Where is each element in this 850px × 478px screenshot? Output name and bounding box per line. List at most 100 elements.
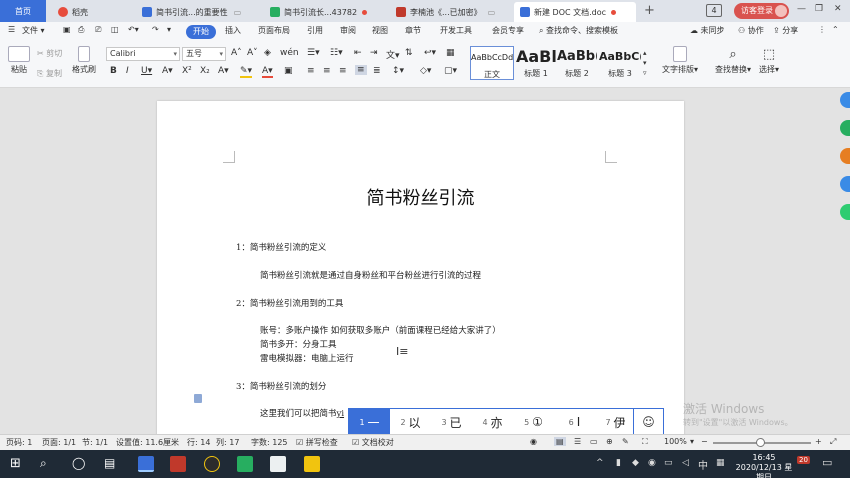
side-tool-icon[interactable] <box>840 204 850 220</box>
align-left-icon[interactable]: ≡ <box>307 66 315 76</box>
font-color-icon[interactable]: A▾ <box>262 66 273 78</box>
border-icon[interactable]: ▢▾ <box>444 66 457 76</box>
action-center-icon[interactable]: ▭ <box>822 456 832 469</box>
ime-candidate[interactable]: 2以 <box>390 409 431 435</box>
tab-doc-active[interactable]: 新建 DOC 文档.doc <box>514 2 636 22</box>
fullscreen-icon[interactable]: ⤢ <box>830 437 836 447</box>
ime-candidate[interactable]: 6Ⅰ <box>554 409 595 435</box>
xmind-icon[interactable] <box>170 456 186 472</box>
screen-icon[interactable]: ▭ <box>488 8 496 17</box>
menu-start[interactable]: 开始 <box>186 25 216 39</box>
wps-writer-icon[interactable] <box>138 456 154 472</box>
style-heading-2[interactable]: AaBb( 标题 2 <box>557 46 597 80</box>
paste-button[interactable]: 粘贴 <box>6 46 32 75</box>
ime-candidate[interactable]: 1一 <box>349 409 390 435</box>
strikethrough-icon[interactable]: A▾ <box>162 66 173 76</box>
eye-protect-icon[interactable]: ◉ <box>530 437 537 446</box>
fit-width-icon[interactable]: ⛶ <box>642 437 648 447</box>
shrink-font-icon[interactable]: A˅ <box>247 48 258 58</box>
font-size-select[interactable]: 五号 <box>182 47 226 61</box>
tab-doc-2[interactable]: 简书引流长...43782 <box>264 2 388 22</box>
paragraph-handle-icon[interactable] <box>194 394 202 403</box>
menu-review[interactable]: 审阅 <box>340 25 356 36</box>
superscript-icon[interactable]: X² <box>182 66 192 76</box>
status-words[interactable]: 字数: 125 <box>251 437 288 448</box>
menu-page-layout[interactable]: 页面布局 <box>258 25 290 36</box>
subscript-icon[interactable]: X₂ <box>200 66 210 76</box>
decrease-indent-icon[interactable]: ⇤ <box>354 48 362 58</box>
document-page[interactable]: 简书粉丝引流 1：简书粉丝引流的定义 简书粉丝引流就是通过自身粉丝和平台粉丝进行… <box>157 101 684 434</box>
preview-icon[interactable]: ◫ <box>111 25 119 34</box>
close-icon[interactable]: ✕ <box>834 4 842 14</box>
tab-docer[interactable]: 稻壳 <box>52 2 132 22</box>
bullet-list-icon[interactable]: ☰▾ <box>307 48 320 58</box>
pen-icon[interactable]: ✎ <box>622 437 629 446</box>
table-icon[interactable]: ▦ <box>446 48 455 58</box>
distribute-icon[interactable]: ≣ <box>373 66 381 76</box>
style-scroll-icon[interactable]: ▴ ▾ ▿ <box>643 48 647 78</box>
restore-icon[interactable]: ❐ <box>815 4 823 14</box>
zoom-slider-handle[interactable] <box>756 438 765 447</box>
new-tab-icon[interactable]: + <box>644 3 655 18</box>
clear-format-icon[interactable]: ◈ <box>264 48 271 58</box>
format-painter-button[interactable]: 格式刷 <box>70 46 98 75</box>
copy-button[interactable]: ⎘ 复制 <box>37 68 62 79</box>
find-replace-button[interactable]: ⌕ 查找替换▾ <box>710 46 756 75</box>
cortana-icon[interactable]: ◯ <box>72 456 85 470</box>
style-normal[interactable]: AaBbCcDd 正文 <box>470 46 514 80</box>
zoom-in-icon[interactable]: + <box>815 437 822 446</box>
outline-view-icon[interactable]: ☰ <box>574 437 581 446</box>
menu-file[interactable]: 文件 ▾ <box>22 25 45 36</box>
camtasia-icon[interactable] <box>237 456 253 472</box>
doc-compare-button[interactable]: ☑ 文档校对 <box>352 437 394 448</box>
menu-references[interactable]: 引用 <box>307 25 323 36</box>
select-button[interactable]: ⬚ 选择▾ <box>754 46 784 75</box>
command-search[interactable]: ⌕ 查找命令、搜索模板 <box>539 25 618 36</box>
save-icon[interactable]: ▣ <box>63 25 71 34</box>
font-family-select[interactable]: Calibri <box>106 47 180 61</box>
windows-start-icon[interactable]: ⊞ <box>10 456 21 471</box>
menu-insert[interactable]: 插入 <box>225 25 241 36</box>
number-list-icon[interactable]: ☷▾ <box>330 48 343 58</box>
tab-doc-1[interactable]: 简书引流...的重要性 ▭ <box>136 2 262 22</box>
align-right-icon[interactable]: ≡ <box>339 66 347 76</box>
ime-emoji-icon[interactable]: ☺ <box>633 409 663 435</box>
more-icon[interactable]: ▾ <box>167 25 171 34</box>
tab-home[interactable]: 首页 <box>0 0 46 22</box>
underline-icon[interactable]: U▾ <box>141 66 152 76</box>
cut-button[interactable]: ✂ 剪切 <box>37 48 62 59</box>
align-center-icon[interactable]: ≡ <box>323 66 331 76</box>
export-icon[interactable]: ⎙ <box>78 25 84 35</box>
screen-icon[interactable]: ▭ <box>234 8 242 17</box>
search-icon[interactable]: ⌕ <box>40 456 47 471</box>
visitor-login-button[interactable]: 访客登录 <box>734 3 789 19</box>
file-explorer-icon[interactable] <box>304 456 320 472</box>
ime-candidate[interactable]: 3已 <box>431 409 472 435</box>
ime-candidate[interactable]: 7伊 <box>595 409 636 435</box>
justify-icon[interactable]: ≡ <box>355 65 367 75</box>
shading-icon[interactable]: ◇▾ <box>420 66 431 76</box>
side-tool-icon[interactable] <box>840 120 850 136</box>
grow-font-icon[interactable]: A˄ <box>231 48 242 58</box>
print-icon[interactable]: ⎚ <box>95 25 101 35</box>
bold-icon[interactable]: B <box>110 66 117 76</box>
tab-doc-3[interactable]: 李楠池《...已加密》 ▭ <box>390 2 510 22</box>
chinese-layout-icon[interactable]: 文▾ <box>386 48 400 61</box>
clock[interactable]: 16:45 2020/12/13 星期日 <box>733 453 795 478</box>
menu-chapter[interactable]: 章节 <box>405 25 421 36</box>
highlight-icon[interactable]: ✎▾ <box>240 66 253 78</box>
collapse-ribbon-icon[interactable]: ⌃ <box>832 25 839 34</box>
network-icon[interactable]: ▭ <box>664 458 673 468</box>
zoom-dropdown-icon[interactable]: ▾ <box>690 437 694 446</box>
text-effect-icon[interactable]: A▾ <box>218 66 229 76</box>
volume-icon[interactable]: ◁ <box>682 458 689 468</box>
style-heading-1[interactable]: AaBl 标题 1 <box>516 46 556 80</box>
tab-count-badge[interactable]: 4 <box>706 4 722 17</box>
ime-indicator[interactable]: 中 <box>698 457 708 472</box>
menu-member[interactable]: 会员专享 <box>492 25 524 36</box>
keyboard-icon[interactable]: ▦ <box>716 458 725 468</box>
side-tool-icon[interactable] <box>840 176 850 192</box>
tray-app-icon[interactable]: ◆ <box>632 458 639 468</box>
text-layout-button[interactable]: 文字排版▾ <box>658 46 702 75</box>
sync-status[interactable]: ☁ 未同步 <box>690 25 725 36</box>
